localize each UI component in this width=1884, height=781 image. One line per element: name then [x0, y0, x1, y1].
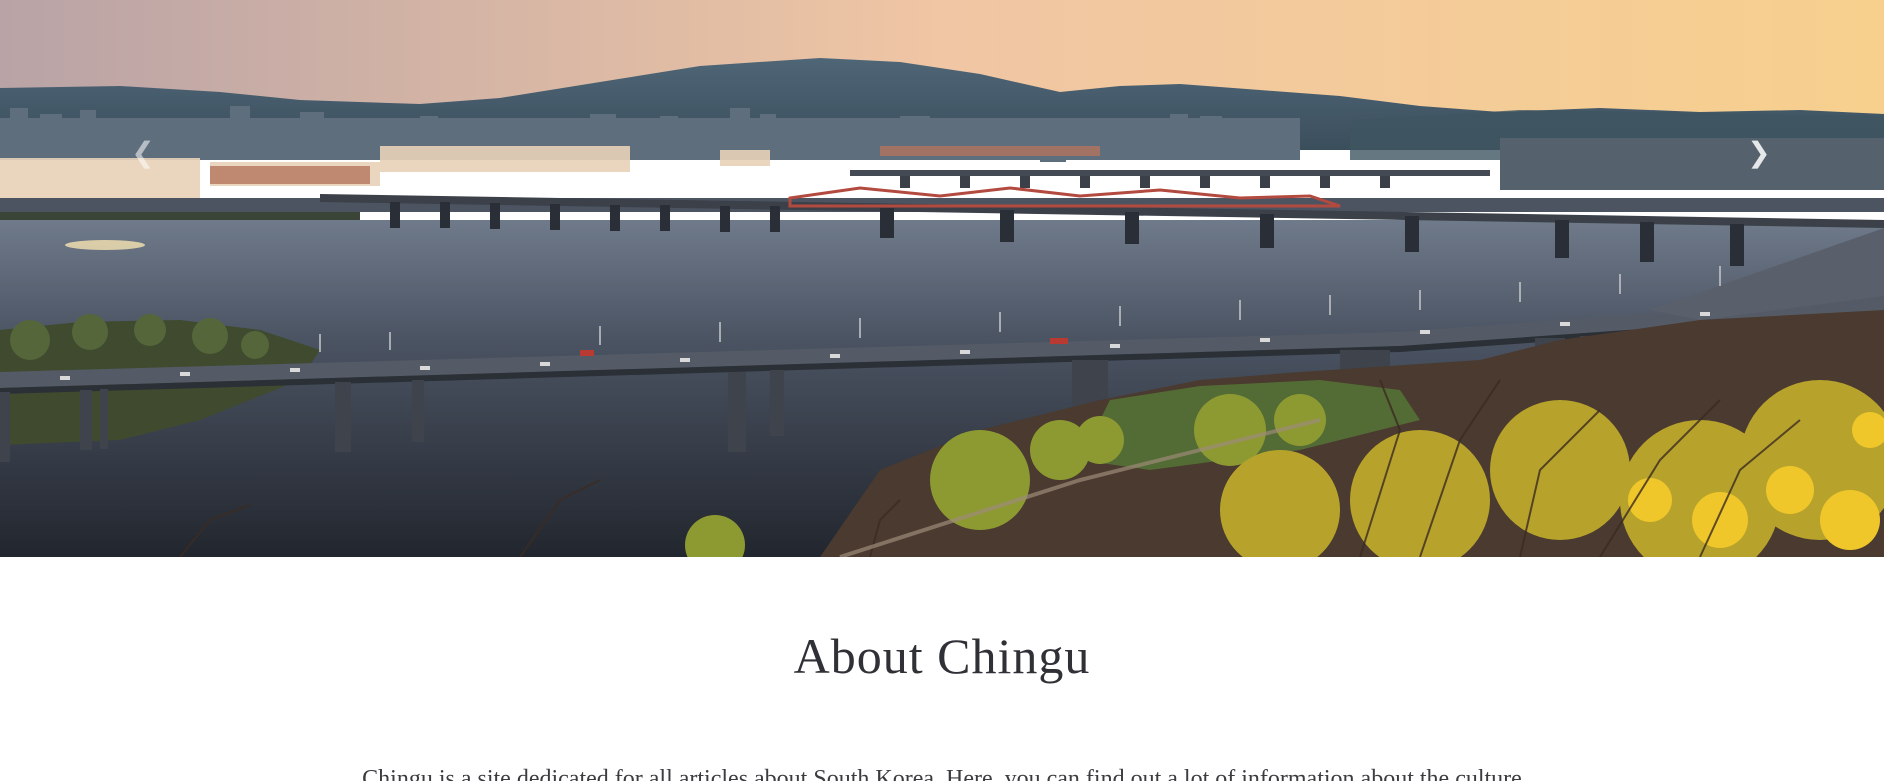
about-intro-text: Chingu is a site dedicated for all artic…: [362, 766, 1522, 781]
carousel-prev-button[interactable]: ❮: [123, 132, 163, 172]
hero-carousel: ❮ ❯: [0, 0, 1884, 557]
about-heading: About Chingu: [793, 628, 1091, 684]
carousel-slide-image: [0, 0, 1884, 557]
chevron-left-icon: ❮: [131, 135, 155, 169]
far-bridge: [850, 170, 1490, 188]
chevron-right-icon: ❯: [1747, 135, 1771, 169]
carousel-next-button[interactable]: ❯: [1739, 132, 1779, 172]
